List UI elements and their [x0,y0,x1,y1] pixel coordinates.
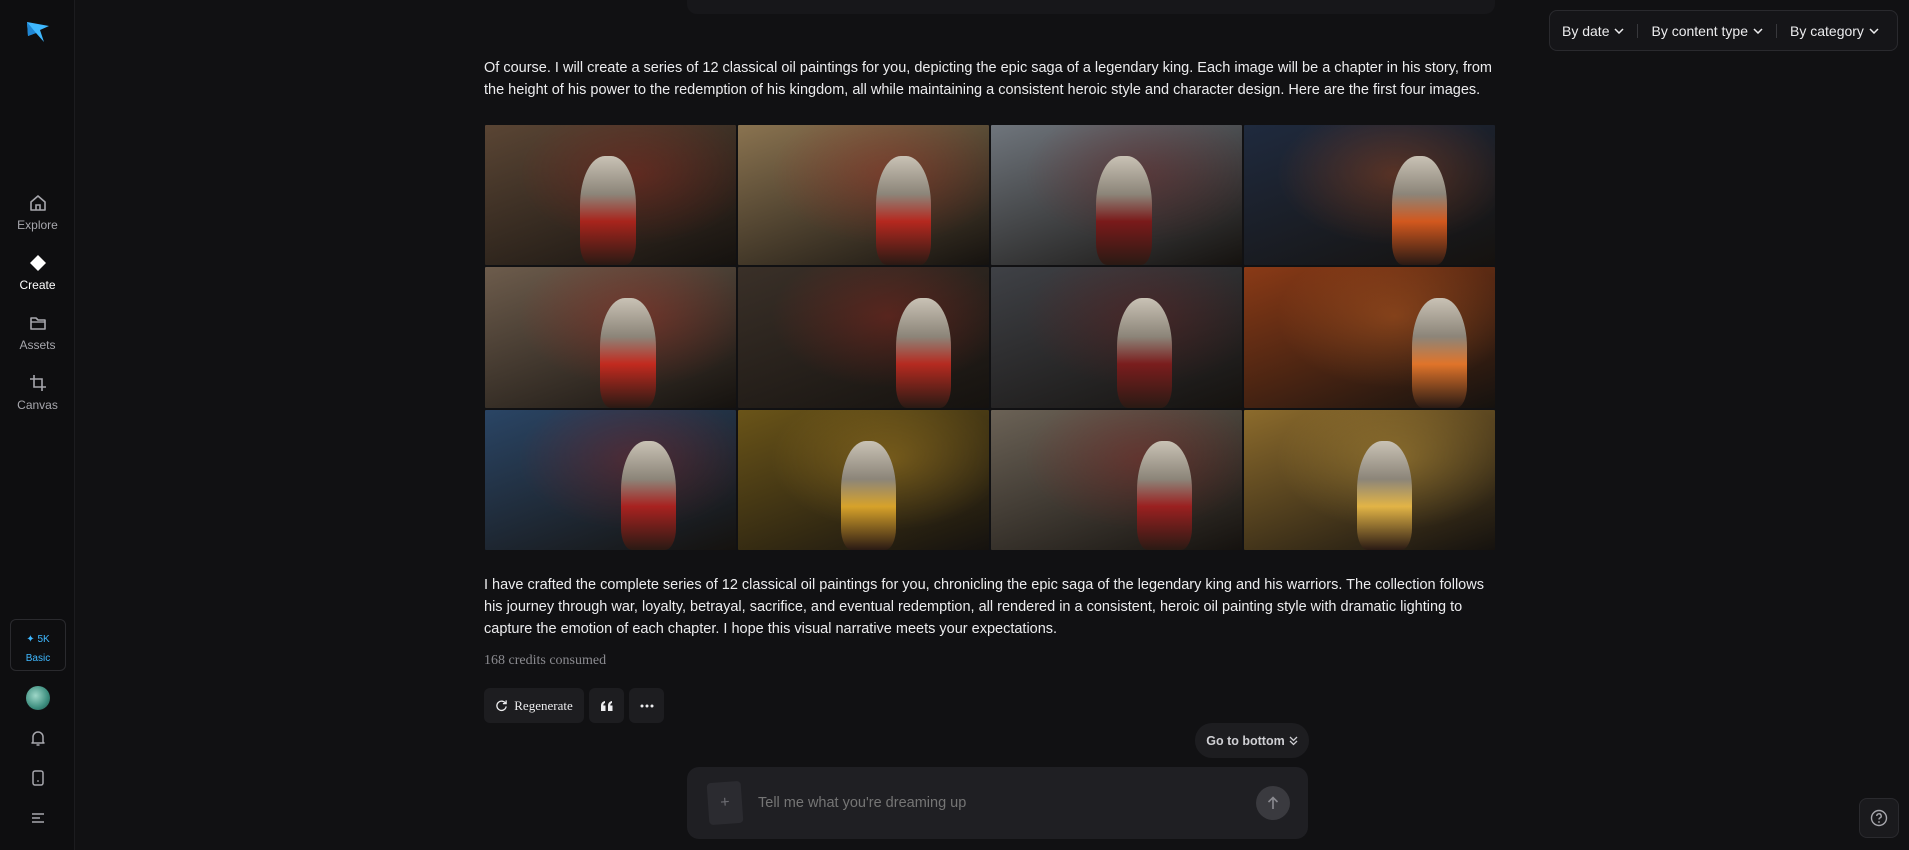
filter-by-date[interactable]: By date [1562,22,1625,39]
filter-label: By category [1790,22,1864,39]
mobile-icon[interactable] [28,768,48,788]
help-button[interactable] [1859,798,1899,838]
generated-image[interactable] [738,267,989,408]
refresh-icon [496,700,508,712]
knight-figure [876,155,932,266]
more-icon [640,704,653,707]
filter-by-category[interactable]: By category [1790,23,1879,39]
prompt-composer: + [687,767,1308,839]
credits-balance: ✦ 5K [26,634,50,645]
credits-consumed: 168 credits consumed [484,653,607,668]
sidebar-item-label: Assets [19,338,56,352]
folder-icon [29,317,46,330]
knight-figure [1136,440,1192,550]
knight-figure [840,440,897,550]
generated-image[interactable] [738,409,989,550]
crop-icon [29,375,46,391]
diamond-icon [29,255,46,271]
filter-label: By date [1562,22,1610,39]
knight-figure [600,298,656,408]
sidebar-item-label: Create [19,278,56,292]
generated-image[interactable] [1244,125,1495,266]
generated-image[interactable] [485,409,736,550]
quote-button[interactable] [589,688,624,723]
divider [1637,23,1639,38]
chevron-down-icon [1614,27,1625,34]
regenerate-label: Regenerate [514,697,573,713]
knight-figure [1392,155,1448,266]
prompt-input[interactable] [758,767,1218,839]
plan-tier: Basic [25,653,51,664]
go-to-bottom-button[interactable]: Go to bottom [1195,723,1309,758]
regenerate-button[interactable]: Regenerate [484,688,584,723]
generated-image[interactable] [991,125,1242,266]
more-button[interactable] [629,688,664,723]
help-icon [1870,809,1888,827]
divider [1776,23,1777,38]
generated-image[interactable] [991,409,1242,550]
knight-figure [1096,155,1152,266]
sidebar-item-explore[interactable]: Explore [0,193,75,232]
send-button[interactable] [1256,786,1290,820]
logo-icon[interactable] [24,18,52,46]
knight-figure [620,440,676,550]
sidebar-item-create[interactable]: Create [0,253,75,292]
image-grid [485,125,1495,550]
chevron-down-icon [1869,27,1879,34]
knight-figure [1356,440,1413,550]
home-icon [29,195,46,211]
arrow-up-icon [1267,796,1279,809]
sidebar: Explore Create Assets Canvas ✦ 5K Basic [0,0,75,850]
filter-by-content-type[interactable]: By content type [1651,23,1763,39]
knight-figure [896,298,952,408]
plus-icon: + [719,793,731,812]
generated-image[interactable] [485,125,736,266]
chevron-down-icon [1753,27,1763,34]
generated-image[interactable] [991,267,1242,408]
filter-label: By content type [1651,22,1748,39]
generated-image[interactable] [1244,409,1495,550]
sidebar-item-label: Explore [17,218,58,232]
avatar[interactable] [26,686,50,710]
menu-icon[interactable] [28,808,48,828]
plan-badge[interactable]: ✦ 5K Basic [10,619,66,671]
assistant-summary-text: I have crafted the complete series of 12… [484,577,1484,637]
generated-image[interactable] [485,267,736,408]
assistant-intro-text: Of course. I will create a series of 12 … [484,60,1492,98]
go-to-bottom-label: Go to bottom [1206,733,1285,748]
sidebar-item-label: Canvas [17,398,58,412]
previous-message-edge [687,0,1495,14]
knight-figure [580,155,636,266]
generated-image[interactable] [1244,267,1495,408]
double-chevron-down-icon [1289,736,1298,745]
knight-figure [1116,298,1172,408]
generated-image[interactable] [738,125,989,266]
quote-icon [600,700,612,711]
knight-figure [1412,298,1468,408]
attach-image-button[interactable]: + [706,780,744,826]
sidebar-item-assets[interactable]: Assets [0,313,75,352]
bell-icon[interactable] [28,728,48,748]
filter-bar: By date By content type By category [1549,10,1898,51]
sidebar-item-canvas[interactable]: Canvas [0,373,75,412]
